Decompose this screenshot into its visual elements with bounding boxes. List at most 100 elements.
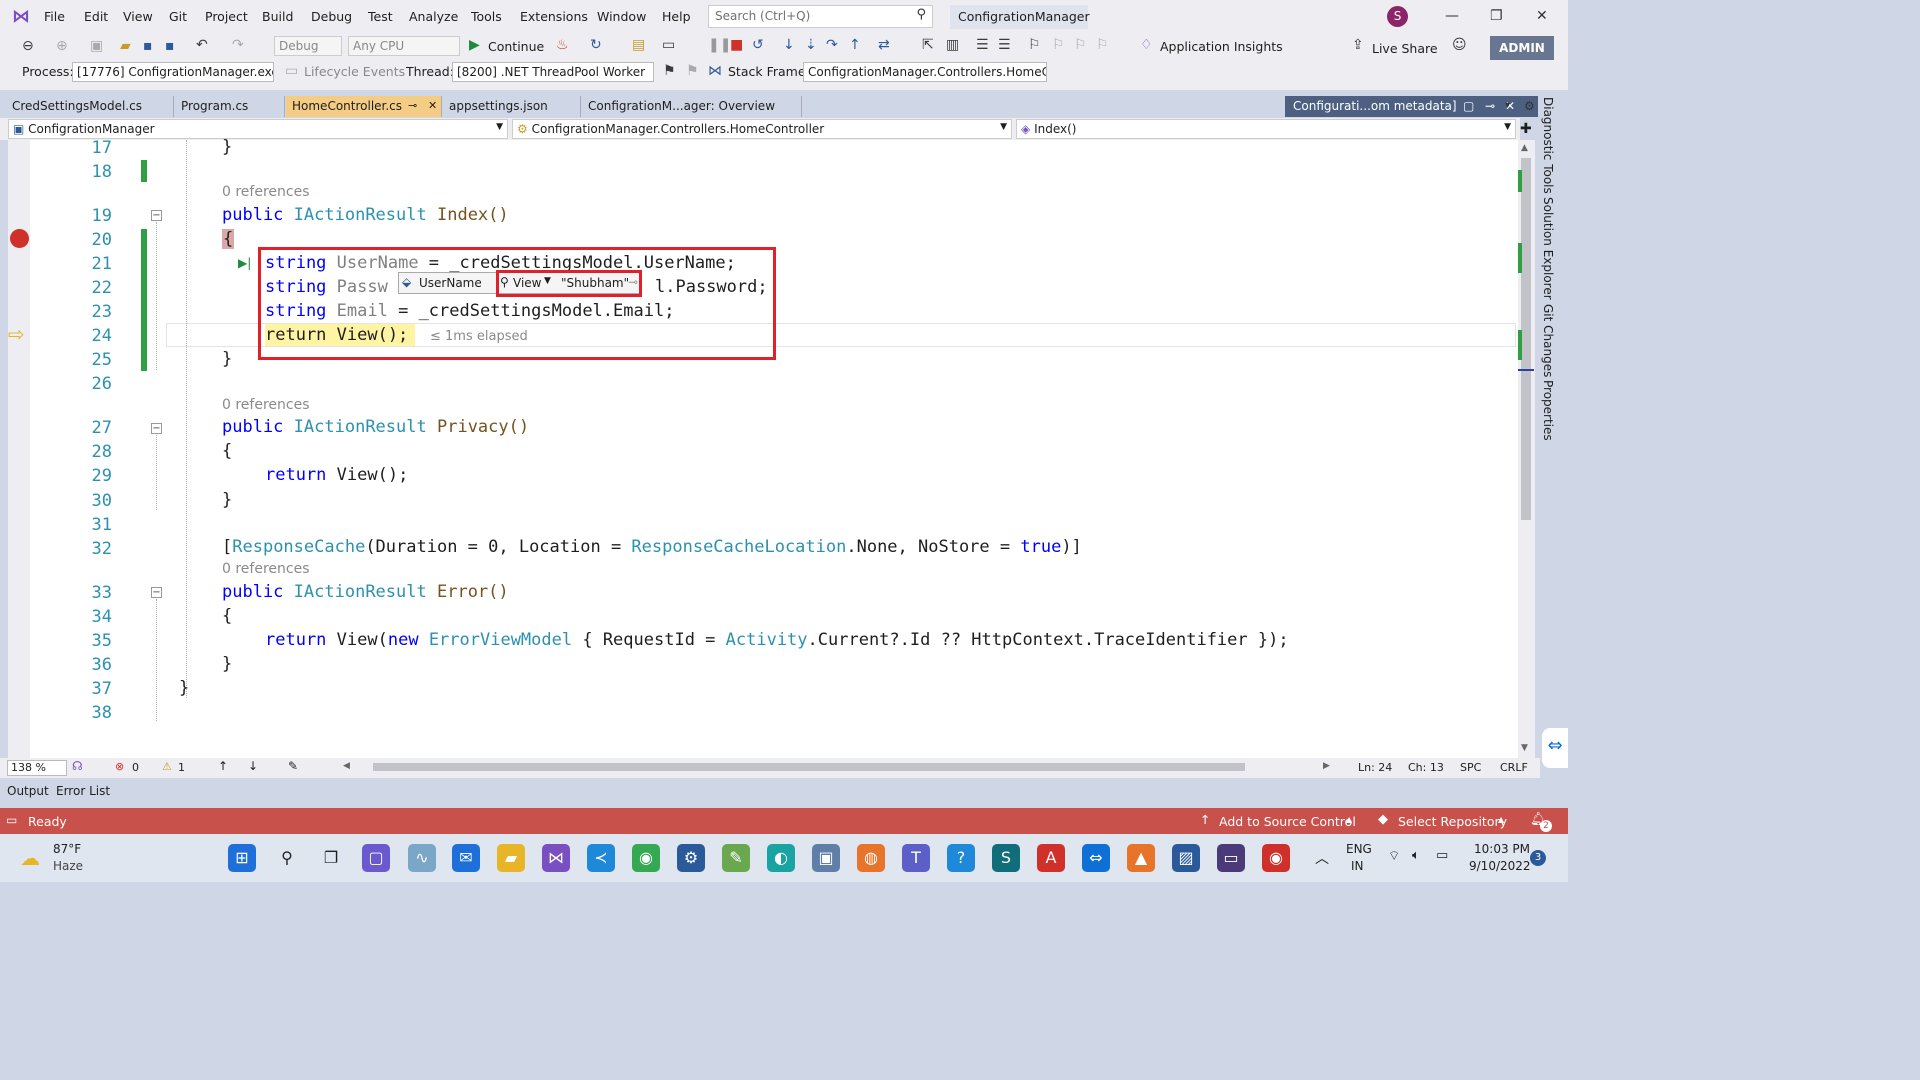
select-repository-button[interactable]: Select Repository (1398, 814, 1507, 829)
battery-icon[interactable]: ▭ (1436, 848, 1448, 863)
step-over-icon[interactable]: ↷ (826, 37, 838, 53)
pause-icon[interactable]: ❚❚ (708, 37, 731, 53)
thread-dropdown[interactable]: [8200] .NET ThreadPool Worker (452, 62, 654, 82)
breakpoint-icon[interactable] (10, 229, 29, 248)
teams-icon[interactable]: T (902, 844, 930, 872)
menu-extensions[interactable]: Extensions (520, 9, 588, 24)
language-indicator[interactable]: ENG (1346, 842, 1372, 856)
split-icon[interactable]: ✚ (1520, 121, 1532, 137)
save-all-icon[interactable]: ▪ (165, 38, 175, 54)
horizontal-scrollbar-thumb[interactable] (373, 763, 1245, 771)
scroll-down-icon[interactable]: ▼ (1521, 743, 1528, 753)
collapse-icon[interactable]: − (151, 210, 162, 221)
run-to-click-icon[interactable]: ▶| (238, 256, 251, 270)
mail-icon[interactable]: ✉ (452, 844, 480, 872)
file-explorer-icon[interactable]: ▰ (497, 844, 525, 872)
thread-filter-icon[interactable]: ⚑ (686, 63, 699, 79)
scroll-left-icon[interactable]: ◀ (343, 761, 350, 771)
start-icon[interactable]: ⊞ (228, 844, 256, 872)
arrow-down-icon[interactable]: ↓ (248, 759, 258, 773)
stop-icon[interactable]: ■ (730, 37, 743, 53)
new-project-icon[interactable]: ▣ (90, 38, 103, 54)
weather-temp[interactable]: 87°F (53, 842, 81, 856)
hex-icon[interactable]: ⇄ (878, 37, 890, 53)
indent-icon[interactable]: ☰ (976, 37, 989, 53)
sharex-icon[interactable]: S (992, 844, 1020, 872)
clock-date[interactable]: 9/10/2022 (1469, 859, 1531, 873)
arrow-up-icon[interactable]: ↑ (218, 759, 228, 773)
firefox-icon[interactable]: ◍ (857, 844, 885, 872)
save-icon[interactable]: ▪ (143, 38, 153, 54)
weather-icon[interactable]: ☁ (20, 846, 40, 870)
menu-analyze[interactable]: Analyze (409, 9, 458, 24)
remote-desktop-icon[interactable]: ▣ (812, 844, 840, 872)
member-dropdown[interactable]: ◈ Index() ▼ (1016, 119, 1516, 139)
code-editor[interactable] (8, 140, 1518, 758)
warning-count[interactable]: 1 (178, 761, 185, 774)
visual-studio-icon[interactable]: ⋈ (542, 844, 570, 872)
chat-icon[interactable]: ▢ (362, 844, 390, 872)
tab-program[interactable]: Program.cs (175, 96, 285, 117)
edge-icon[interactable]: ◐ (767, 844, 795, 872)
tray-overflow-icon[interactable]: ︿ (1315, 848, 1329, 868)
side-tab-properties[interactable]: Properties (1541, 380, 1555, 441)
chrome-icon[interactable]: ◉ (1262, 844, 1290, 872)
search-icon[interactable]: ⚲ (273, 844, 301, 872)
restart-icon[interactable]: ↻ (590, 37, 602, 53)
zoom-dropdown[interactable]: 138 % (7, 760, 67, 776)
charts-app-icon[interactable]: ∿ (408, 844, 436, 872)
lifecycle-dropdown[interactable]: Lifecycle Events (304, 64, 405, 79)
tab-credsettingsmodel[interactable]: CredSettingsModel.cs (6, 96, 174, 117)
tab-overview[interactable]: ConfigrationM...ager: Overview (582, 96, 802, 117)
tab-error-list[interactable]: Error List (56, 784, 110, 798)
scrollbar-thumb[interactable] (1521, 158, 1531, 520)
process-dropdown[interactable]: [17776] ConfigrationManager.exe (72, 62, 274, 82)
column-indicator[interactable]: Ch: 13 (1408, 761, 1444, 774)
cursor-icon[interactable]: ⇱ (922, 37, 934, 53)
show-next-icon[interactable]: ↓ (783, 37, 795, 53)
chrome-dev-icon[interactable]: ◉ (632, 844, 660, 872)
acrobat-icon[interactable]: A (1037, 844, 1065, 872)
hot-reload-icon[interactable]: ♨ (556, 37, 569, 53)
clock-time[interactable]: 10:03 PM (1474, 842, 1530, 856)
scroll-right-icon[interactable]: ▶ (1323, 761, 1330, 771)
wifi-icon[interactable]: ⌔ (1388, 848, 1400, 864)
bookmark-prev-icon[interactable]: ⚐ (1052, 37, 1065, 53)
tab-homecontroller[interactable]: HomeController.cs ⊸ ✕ (286, 96, 442, 117)
bookmark-next-icon[interactable]: ⚐ (1074, 37, 1087, 53)
outdent-icon[interactable]: ☰ (998, 37, 1011, 53)
bookmark-icon[interactable]: ⚐ (1028, 37, 1041, 53)
menu-help[interactable]: Help (662, 9, 691, 24)
vlc-icon[interactable]: ▲ (1127, 844, 1155, 872)
redo-icon[interactable]: ↷ (232, 37, 244, 53)
pin-icon[interactable]: ⊸ (1485, 99, 1495, 113)
avatar[interactable]: S (1387, 6, 1408, 27)
notepad-plus-icon[interactable]: ✎ (722, 844, 750, 872)
menu-edit[interactable]: Edit (84, 9, 108, 24)
menu-git[interactable]: Git (169, 9, 187, 24)
pin-icon[interactable]: ⊸ (408, 99, 417, 112)
project-dropdown[interactable]: ▣ ConfigrationManager ▼ (8, 119, 508, 139)
app-insights-button[interactable]: Application Insights (1160, 39, 1283, 54)
browse-icon[interactable]: ▤ (632, 37, 645, 53)
continue-icon[interactable]: ▶ (469, 37, 480, 53)
menu-tools[interactable]: Tools (471, 9, 502, 24)
menu-window[interactable]: Window (597, 9, 646, 24)
teamviewer-task-icon[interactable]: ⇔ (1082, 844, 1110, 872)
admin-badge[interactable]: ADMIN (1490, 36, 1554, 60)
threads-icon[interactable]: ▥ (946, 37, 959, 53)
open-folder-icon[interactable]: ▰ (120, 38, 131, 54)
codelens-references[interactable]: 0 references (222, 561, 310, 577)
sql-icon[interactable]: ⚙ (677, 844, 705, 872)
terminal-icon[interactable]: ▭ (1217, 844, 1245, 872)
task-view-icon[interactable]: ❐ (317, 844, 345, 872)
stack-frame-dropdown[interactable]: ConfigrationManager.Controllers.HomeCc (803, 62, 1047, 82)
close-icon[interactable]: ✕ (1536, 8, 1548, 24)
collapse-icon[interactable]: − (151, 423, 162, 434)
error-count[interactable]: 0 (132, 761, 139, 774)
back-icon[interactable]: ⊖ (22, 38, 34, 54)
help-icon[interactable]: ? (947, 844, 975, 872)
photos-icon[interactable]: ▨ (1172, 844, 1200, 872)
window-icon[interactable]: ▭ (662, 37, 675, 53)
continue-button[interactable]: Continue (488, 39, 544, 54)
